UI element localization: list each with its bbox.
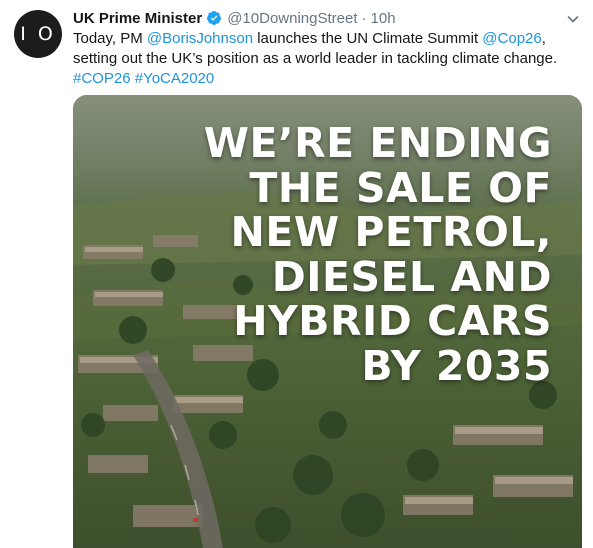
hashtag-link[interactable]: #COP26 xyxy=(73,70,131,87)
avatar[interactable]: I O xyxy=(14,10,62,58)
author-handle[interactable]: @10DowningStreet xyxy=(227,10,357,27)
tweet-text-part: Today, PM xyxy=(73,30,147,47)
media-headline: WE’RE ENDING THE SALE OF NEW PETROL, DIE… xyxy=(112,121,552,388)
hashtag-link[interactable]: #YoCA2020 xyxy=(135,70,215,87)
author-name[interactable]: UK Prime Minister xyxy=(73,10,202,27)
tweet-text-line-3: #COP26 #YoCA2020 xyxy=(73,69,578,89)
verified-badge-icon xyxy=(206,10,222,26)
headline-line: NEW PETROL, xyxy=(230,208,552,256)
headline-line: HYBRID CARS xyxy=(233,297,552,345)
headline-line: BY 2035 xyxy=(361,341,552,390)
avatar-text: I O xyxy=(20,23,56,45)
separator-dot: · xyxy=(361,9,367,27)
tweet-media[interactable]: WE’RE ENDING THE SALE OF NEW PETROL, DIE… xyxy=(73,95,582,548)
headline-line: THE SALE OF xyxy=(249,163,552,212)
mention-link[interactable]: @Cop26 xyxy=(482,30,541,47)
headline-line: WE’RE ENDING xyxy=(203,119,552,167)
tweet-text-line-2: setting out the UK’s position as a world… xyxy=(73,50,558,67)
mention-link[interactable]: @BorisJohnson xyxy=(147,30,253,47)
tweet-text: Today, PM @BorisJohnson launches the UN … xyxy=(73,29,578,89)
tweet-header: UK Prime Minister @10DowningStreet · 10h xyxy=(73,8,396,28)
headline-line: DIESEL AND xyxy=(271,252,552,301)
chevron-down-icon[interactable] xyxy=(565,11,581,27)
tweet[interactable]: I O UK Prime Minister @10DowningStreet ·… xyxy=(0,0,593,548)
tweet-text-line-1: Today, PM @BorisJohnson launches the UN … xyxy=(73,29,578,49)
tweet-text-part: launches the UN Climate Summit xyxy=(253,30,483,47)
tweet-timestamp[interactable]: 10h xyxy=(371,10,396,27)
tweet-text-part: , xyxy=(541,30,546,47)
